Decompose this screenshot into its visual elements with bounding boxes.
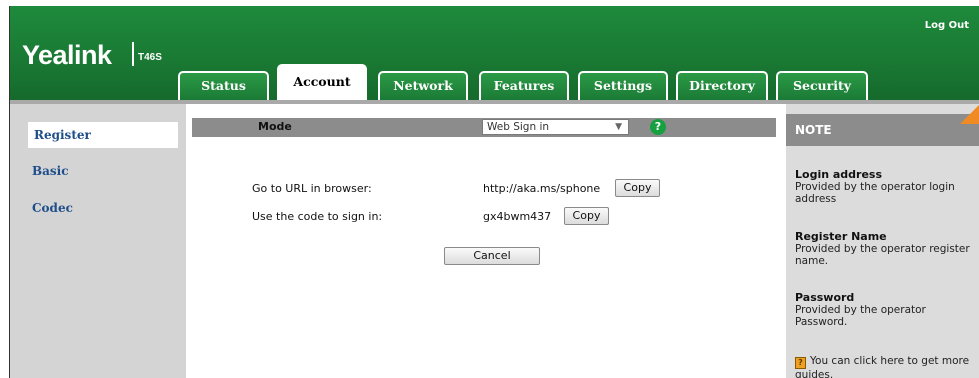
tab-directory[interactable]: Directory — [676, 71, 768, 100]
web-ui-frame: Yealink T46S Log Out Status Account Netw… — [9, 6, 979, 378]
cancel-button[interactable]: Cancel — [444, 247, 540, 265]
mode-label: Mode — [258, 120, 292, 133]
note-title-login-address: Login address — [795, 168, 883, 181]
note-panel: NOTE Login address Provided by the opera… — [786, 104, 979, 378]
note-text-register-name: Provided by the operator register name. — [795, 243, 970, 267]
note-corner-fold — [960, 104, 979, 124]
tab-account[interactable]: Account — [277, 64, 367, 100]
mode-select-value: Web Sign in — [487, 121, 550, 133]
code-value: gx4bwm437 — [483, 210, 552, 223]
note-text-password: Provided by the operator Password. — [795, 304, 926, 328]
guide-link[interactable]: ? You can click here to get more guides. — [795, 355, 975, 378]
sidebar-item-codec[interactable]: Codec — [32, 201, 73, 215]
mode-select[interactable]: Web Sign in ▼ — [482, 119, 629, 135]
url-value: http://aka.ms/sphone — [483, 182, 601, 195]
url-label: Go to URL in browser: — [252, 182, 372, 195]
copy-code-button[interactable]: Copy — [564, 207, 609, 225]
note-title-register-name: Register Name — [795, 230, 887, 243]
main-content: Mode Web Sign in ▼ ? Go to URL in browse… — [186, 104, 784, 378]
guide-icon: ? — [795, 357, 806, 369]
header-bar: Yealink T46S Log Out Status Account Netw… — [10, 6, 979, 100]
chevron-down-icon: ▼ — [615, 122, 622, 132]
note-title-password: Password — [795, 291, 855, 304]
note-heading: NOTE — [786, 114, 979, 146]
sidebar-item-register[interactable]: Register — [28, 122, 178, 148]
tab-status[interactable]: Status — [178, 71, 269, 100]
mode-row: Mode Web Sign in ▼ ? — [192, 118, 776, 137]
logo-separator — [132, 42, 134, 66]
model-label: T46S — [138, 52, 162, 63]
tab-network[interactable]: Network — [378, 71, 468, 100]
question-icon[interactable]: ? — [650, 119, 666, 135]
guide-text: You can click here to get more guides. — [795, 355, 970, 378]
brand-logo: Yealink — [22, 40, 112, 70]
sidebar: Register Basic Codec — [10, 104, 186, 378]
sidebar-item-basic[interactable]: Basic — [32, 164, 69, 178]
code-label: Use the code to sign in: — [252, 210, 383, 223]
note-text-login-address: Provided by the operator login address — [795, 181, 955, 205]
logout-link[interactable]: Log Out — [925, 20, 969, 31]
tab-settings[interactable]: Settings — [578, 71, 668, 100]
tab-features[interactable]: Features — [479, 71, 569, 100]
tab-security[interactable]: Security — [776, 71, 868, 100]
copy-url-button[interactable]: Copy — [615, 179, 660, 197]
